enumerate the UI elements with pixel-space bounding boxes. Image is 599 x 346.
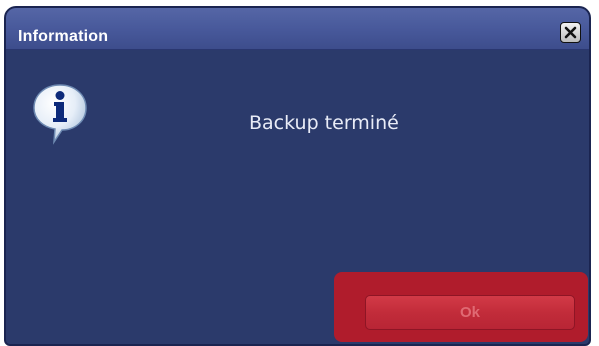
close-button[interactable] [560,22,581,43]
info-icon [33,84,87,145]
close-icon [564,26,577,39]
ok-button[interactable]: Ok [365,295,575,330]
dialog-message: Backup terminé [249,112,399,134]
dialog-titlebar: Information [6,8,589,50]
dialog-title: Information [18,28,109,45]
